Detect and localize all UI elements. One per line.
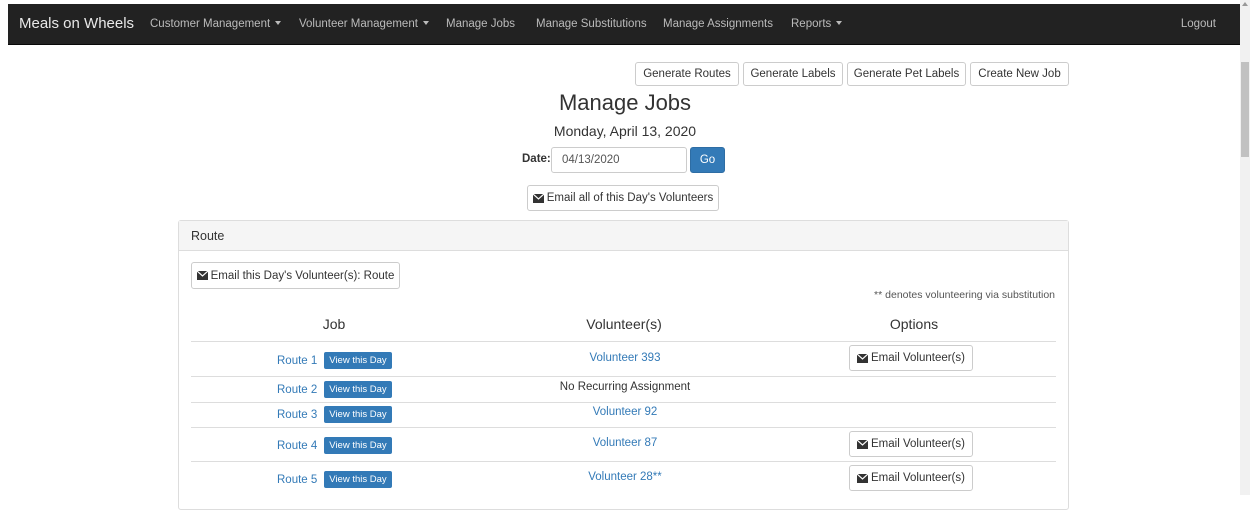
job-link[interactable]: Route 2 (277, 384, 317, 396)
column-header-volunteers: Volunteer(s) (586, 316, 662, 332)
job-link[interactable]: Route 5 (277, 474, 317, 486)
nav-customer-management[interactable]: Customer Management (150, 18, 282, 30)
column-header-options: Options (889, 316, 939, 332)
volunteer-link[interactable]: Volunteer 28** (525, 471, 725, 483)
caret-down-icon (275, 21, 282, 25)
job-link[interactable]: Route 3 (277, 409, 317, 421)
envelope-icon (857, 473, 869, 483)
job-link[interactable]: Route 4 (277, 440, 317, 452)
brand-link[interactable]: Meals on Wheels (19, 15, 134, 32)
nav-manage-assignments[interactable]: Manage Assignments (663, 18, 773, 30)
view-day-button[interactable]: View this Day (324, 437, 392, 454)
view-day-button[interactable]: View this Day (324, 406, 392, 423)
caret-down-icon (836, 21, 843, 25)
row-divider (191, 402, 1056, 403)
view-day-button[interactable]: View this Day (324, 352, 392, 369)
page-title: Manage Jobs (558, 90, 692, 115)
date-label: Date: (522, 153, 551, 165)
page-scrollbar[interactable] (1240, 0, 1250, 495)
navbar: Meals on Wheels Customer Management Volu… (8, 4, 1240, 45)
volunteer-link[interactable]: Volunteer 393 (525, 352, 725, 364)
email-all-volunteers-button[interactable]: Email all of this Day's Volunteers (527, 185, 719, 211)
caret-down-icon (422, 21, 429, 25)
row-divider (191, 376, 1056, 377)
volunteer-link[interactable]: Volunteer 87 (525, 437, 725, 449)
column-header-job: Job (322, 316, 346, 332)
logout-link[interactable]: Logout (1181, 18, 1216, 30)
envelope-icon (857, 439, 869, 449)
nav-manage-jobs[interactable]: Manage Jobs (446, 18, 515, 30)
go-button[interactable]: Go (690, 147, 725, 173)
email-volunteers-button[interactable]: Email Volunteer(s) (849, 431, 973, 457)
email-volunteers-button[interactable]: Email Volunteer(s) (849, 465, 973, 491)
envelope-icon (857, 353, 869, 363)
generate-routes-button[interactable]: Generate Routes (635, 62, 739, 86)
generate-labels-button[interactable]: Generate Labels (743, 62, 843, 86)
nav-reports[interactable]: Reports (791, 18, 843, 30)
panel-heading: Route (179, 221, 1068, 251)
nav-manage-substitutions[interactable]: Manage Substitutions (536, 18, 647, 30)
create-new-job-button[interactable]: Create New Job (970, 62, 1069, 86)
volunteer-link[interactable]: Volunteer 92 (525, 406, 725, 418)
generate-pet-labels-button[interactable]: Generate Pet Labels (847, 62, 966, 86)
panel-title: Route (191, 229, 225, 243)
job-link[interactable]: Route 1 (277, 355, 317, 367)
route-panel: Route Email this Day's Volunteer(s): Rou… (178, 220, 1069, 510)
envelope-icon (532, 193, 544, 203)
nav-volunteer-management[interactable]: Volunteer Management (299, 18, 429, 30)
row-divider (191, 427, 1056, 428)
substitution-note: ** denotes volunteering via substitution (874, 289, 1055, 301)
scroll-up-icon[interactable] (1242, 2, 1248, 6)
view-day-button[interactable]: View this Day (324, 381, 392, 398)
email-route-volunteers-button[interactable]: Email this Day's Volunteer(s): Route (191, 262, 400, 289)
email-volunteers-button[interactable]: Email Volunteer(s) (849, 345, 973, 371)
envelope-icon (196, 271, 208, 280)
date-input[interactable] (551, 147, 687, 173)
volunteer-status: No Recurring Assignment (559, 381, 691, 393)
page-date-heading: Monday, April 13, 2020 (553, 123, 697, 139)
row-divider (191, 461, 1056, 462)
view-day-button[interactable]: View this Day (324, 471, 392, 488)
row-divider (191, 341, 1056, 342)
